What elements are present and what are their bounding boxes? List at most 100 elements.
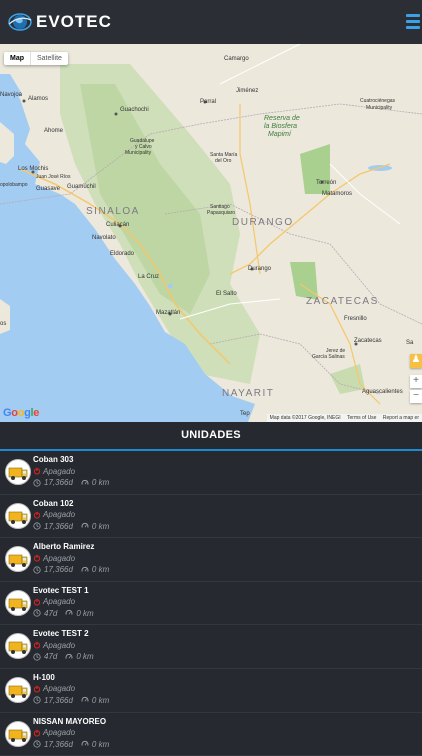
truck-icon	[5, 502, 31, 529]
map-label-guasave: Guasave	[36, 186, 61, 192]
map-label-durango-state: DURANGO	[232, 217, 294, 228]
map-label-mazatlan: Mazatlán	[156, 310, 181, 316]
map-label-garcia-salinas: García Salinas	[312, 354, 345, 360]
map-label-zacatecas-city: Zacatecas	[354, 338, 382, 344]
globe-logo-icon	[8, 13, 32, 31]
unit-status: Apagado	[33, 510, 75, 519]
unit-status-text: Apagado	[43, 597, 76, 607]
map-label-ahome: Ahome	[44, 128, 64, 134]
units-list: Coban 303 Apagado 17,366d 0 km Coban 102…	[0, 451, 422, 756]
unit-item[interactable]: Coban 303 Apagado 17,366d 0 km	[0, 451, 422, 495]
unit-time: 17,366d	[44, 478, 73, 487]
power-off-icon	[33, 467, 41, 475]
clock-icon	[33, 478, 41, 487]
brand-logo[interactable]: EVOTEC	[8, 11, 112, 33]
zoom-in-button[interactable]: +	[410, 375, 422, 388]
satellite-button[interactable]: Satellite	[30, 52, 68, 65]
unit-item[interactable]: Coban 102 Apagado 17,366d 0 km	[0, 495, 422, 539]
attribution-text: Map data ©2017 Google, INEGI	[269, 415, 341, 421]
unit-time: 17,366d	[44, 739, 73, 749]
map-label-sa: Sa	[406, 340, 414, 346]
unit-status-text: Apagado	[43, 510, 76, 520]
truck-icon	[5, 589, 31, 616]
map-label-durango-city: Durango	[248, 266, 272, 272]
unit-distance-group: 0 km	[81, 740, 109, 749]
unit-meta: 17,366d 0 km	[33, 565, 109, 574]
unit-meta: 47d 0 km	[33, 652, 94, 661]
map-button[interactable]: Map	[4, 52, 30, 65]
unit-item[interactable]: Alberto Ramirez Apagado 17,366d 0 km	[0, 538, 422, 582]
report-link[interactable]: Report a map er	[383, 415, 419, 421]
map-label-topolobampo: opolobampo	[0, 182, 28, 188]
unit-name: Alberto Ramirez	[33, 542, 95, 552]
unit-item[interactable]: NISSAN MAYOREO Apagado 17,366d 0 km	[0, 713, 422, 756]
truck-icon	[5, 633, 31, 660]
clock-icon	[33, 696, 41, 705]
map-label-jimenez: Jiménez	[236, 88, 259, 94]
map-label-reserva: Reserva de	[264, 115, 300, 122]
clock-icon	[33, 609, 41, 617]
unit-item[interactable]: H-100 Apagado 17,366d 0 km	[0, 669, 422, 713]
map-label-los-mochis: Los Mochis	[18, 166, 49, 172]
unit-time: 47d	[44, 652, 58, 662]
unit-meta: 17,366d 0 km	[33, 740, 109, 749]
map-label-del-oro: del Oro	[215, 158, 232, 164]
unit-status-text: Apagado	[43, 684, 76, 694]
clock-icon	[33, 740, 41, 748]
section-header: UNIDADES	[0, 422, 422, 451]
unit-distance: 0 km	[91, 739, 110, 749]
clock-icon	[33, 566, 41, 574]
unit-meta: 17,366d 0 km	[33, 522, 109, 531]
zoom-out-button[interactable]: −	[410, 390, 422, 403]
map-label-navojoa: Navojoa	[0, 92, 23, 98]
map-label-guamuchil: Guamúchil	[67, 184, 96, 190]
unit-distance-group: 0 km	[81, 696, 109, 705]
map-label-juan-jose-rios: Juan José Ríos	[36, 174, 71, 180]
map-label-culiacan: Culiacán	[106, 222, 130, 228]
unit-item[interactable]: Evotec TEST 2 Apagado 47d 0 km	[0, 625, 422, 669]
unit-meta: 17,366d 0 km	[33, 478, 109, 487]
map-label-el-salto: El Salto	[216, 291, 237, 297]
unit-time: 47d	[44, 608, 58, 618]
power-off-icon	[33, 685, 41, 693]
truck-icon	[5, 546, 31, 573]
terms-link[interactable]: Terms of Use	[347, 415, 376, 421]
unit-distance-group: 0 km	[81, 522, 109, 531]
unit-distance: 0 km	[91, 565, 110, 575]
map-label-cuatrocienegas: Cuatrociénegas	[360, 98, 396, 104]
unit-status: Apagado	[33, 641, 75, 650]
unit-status: Apagado	[33, 597, 75, 606]
speedometer-icon	[81, 566, 89, 572]
speedometer-icon	[81, 697, 89, 703]
map-label-sinaloa: SINALOA	[86, 206, 140, 217]
clock-icon	[33, 522, 41, 530]
map-attribution: Map data ©2017 Google, INEGI Terms of Us…	[266, 414, 422, 422]
brand-name: EVOTEC	[36, 12, 112, 31]
unit-status-text: Apagado	[43, 728, 76, 738]
unit-distance: 0 km	[76, 608, 94, 618]
unit-time: 17,366d	[44, 695, 73, 705]
map-label-eldorado: Eldorado	[110, 251, 135, 257]
unit-name: Evotec TEST 2	[33, 629, 89, 639]
truck-icon	[5, 676, 31, 703]
map-label-camargo: Camargo	[224, 56, 249, 62]
map-label-biosfera: la Biosfera	[264, 123, 298, 130]
pegman-icon[interactable]: ♟	[410, 354, 422, 368]
unit-distance: 0 km	[76, 652, 94, 662]
google-logo[interactable]: Google	[3, 407, 39, 419]
unit-name: Evotec TEST 1	[33, 585, 89, 595]
hamburger-menu-icon[interactable]	[406, 14, 420, 30]
unit-name: Coban 303	[33, 455, 74, 464]
map-label-calvo-muni: Municipality	[125, 150, 152, 156]
map-view[interactable]: Navojoa Alamos Guachochi Camargo Jiménez…	[0, 44, 422, 422]
map-label-parral: Parral	[200, 99, 217, 105]
unit-name: NISSAN MAYOREO	[33, 716, 107, 726]
unit-distance: 0 km	[91, 478, 110, 487]
unit-status: Apagado	[33, 467, 75, 476]
unit-item[interactable]: Evotec TEST 1 Apagado 47d 0 km	[0, 582, 422, 626]
unit-time: 17,366d	[44, 521, 73, 531]
unit-name: H-100	[33, 672, 55, 682]
speedometer-icon	[65, 610, 73, 616]
map-label-fresnillo: Fresnillo	[344, 316, 367, 322]
unit-meta: 47d 0 km	[33, 609, 94, 618]
